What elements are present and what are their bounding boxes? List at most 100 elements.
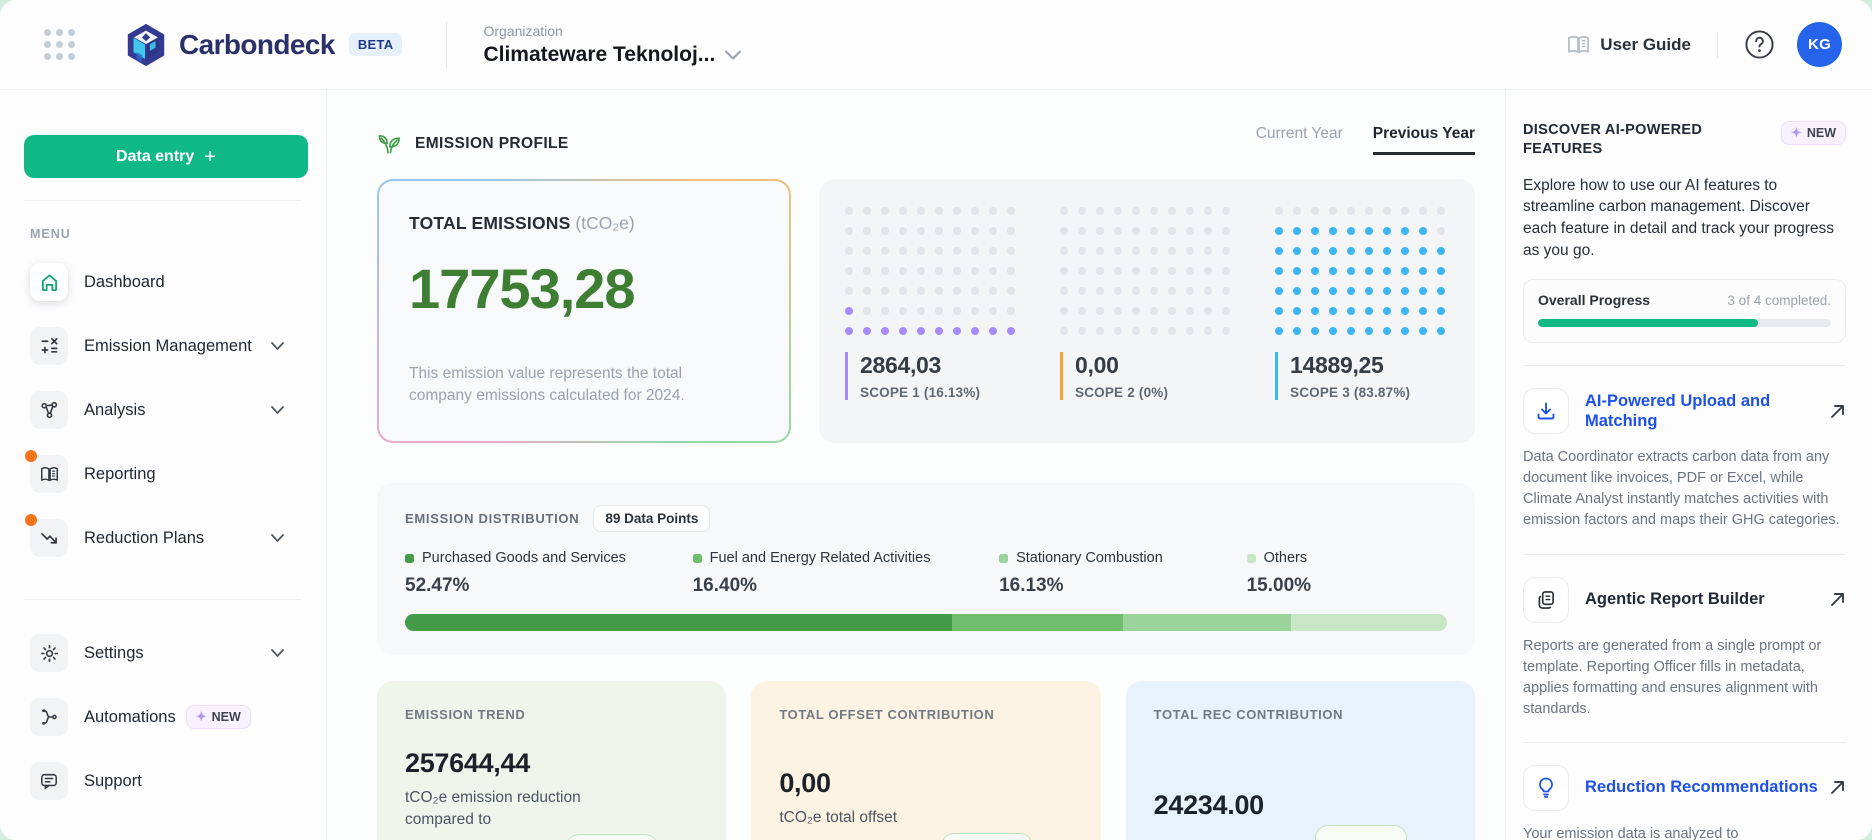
book-open-icon — [40, 466, 58, 481]
distribution-bar-segment — [405, 614, 952, 631]
scope-3-dot-matrix — [1275, 207, 1445, 335]
progress-bar-fill — [1538, 319, 1758, 328]
sidebar-item-emission-management[interactable]: Emission Management — [24, 319, 306, 373]
scope-2-dot-matrix — [1060, 207, 1230, 335]
progress-label: Overall Progress — [1538, 292, 1651, 309]
feature-description: Reports are generated from a single prom… — [1523, 637, 1822, 717]
emission-distribution-card: EMISSION DISTRIBUTION 89 Data Points Pur… — [377, 483, 1475, 655]
card-title: TOTAL OFFSET CONTRIBUTION — [779, 707, 995, 722]
data-entry-label: Data entry — [116, 147, 195, 165]
avatar[interactable]: KG — [1797, 22, 1842, 67]
sidebar-item-dashboard[interactable]: Dashboard — [24, 255, 306, 309]
distribution-legend: Purchased Goods and Services 52.47% Fuel… — [405, 550, 1447, 597]
total-emissions-value: 17753,28 — [409, 257, 636, 320]
data-points-badge: 89 Data Points — [593, 505, 711, 532]
sidebar-divider — [24, 200, 302, 201]
external-arrow-icon — [1831, 404, 1844, 418]
data-entry-button[interactable]: Data entry + — [24, 135, 308, 178]
new-badge: ✦ NEW — [185, 705, 251, 729]
header-divider — [1717, 31, 1718, 58]
app-window: Carbondeck BETA Organization Climateware… — [0, 0, 1872, 840]
sidebar-item-analysis[interactable]: Analysis — [24, 383, 306, 437]
feature-reduction-recommendations[interactable]: Reduction Recommendations Your emission … — [1523, 764, 1846, 840]
beta-badge: BETA — [348, 33, 403, 56]
notification-dot — [25, 514, 37, 526]
distribution-bar-segment — [1290, 614, 1447, 631]
scope-1-label: SCOPE 1 (16.13%) — [860, 385, 981, 400]
sidebar-item-support[interactable]: Support — [24, 754, 306, 808]
molecule-icon — [40, 401, 57, 418]
panel-divider — [1523, 741, 1846, 743]
documents-icon — [1538, 590, 1554, 609]
progress-bar — [1538, 319, 1831, 328]
legend-swatch — [405, 553, 414, 563]
year-tabs: Current Year Previous Year — [1256, 125, 1475, 155]
sidebar-item-automations[interactable]: Automations ✦ NEW — [24, 690, 306, 744]
card-title: TOTAL REC CONTRIBUTION — [1153, 707, 1344, 722]
apps-grid-icon[interactable] — [44, 29, 75, 60]
feature-ai-upload-matching[interactable]: AI-Powered Upload and Matching Data Coor… — [1523, 388, 1846, 531]
card-value: 257644,44 — [405, 748, 530, 778]
tab-current-year[interactable]: Current Year — [1256, 125, 1343, 155]
scope-2-value: 0,00 — [1075, 352, 1119, 378]
panel-divider — [1523, 365, 1846, 367]
sidebar-item-label: Automations — [84, 707, 176, 726]
emission-trend-card: EMISSION TREND 257644,44 tCO₂e emission … — [377, 681, 727, 840]
brand-logo: Carbondeck BETA — [123, 22, 403, 68]
legend-swatch — [999, 553, 1009, 563]
chevron-down-icon — [271, 649, 284, 657]
sidebar-item-label: Analysis — [84, 400, 146, 419]
scope-breakdown-card: 2864,03 SCOPE 1 (16.13%) 0,00 SCOPE 2 (0… — [819, 179, 1475, 443]
card-action-pill[interactable] — [566, 834, 659, 840]
sidebar-item-label: Settings — [84, 643, 144, 662]
scope-3-value: 14889,25 — [1290, 352, 1384, 378]
feature-title: Agentic Report Builder — [1585, 590, 1765, 609]
sidebar-item-label: Support — [84, 771, 142, 790]
distribution-bar-segment — [951, 614, 1123, 631]
feature-agentic-report-builder[interactable]: Agentic Report Builder Reports are gener… — [1523, 576, 1846, 720]
feature-description: Your emission data is analyzed to — [1523, 825, 1739, 840]
calculator-icon — [41, 337, 57, 354]
total-rec-card: TOTAL REC CONTRIBUTION 24234.00 — [1125, 681, 1475, 840]
feature-description: Data Coordinator extracts carbon data fr… — [1523, 449, 1840, 529]
scope-2-label: SCOPE 2 (0%) — [1075, 385, 1169, 400]
chevron-down-icon — [725, 50, 742, 59]
sidebar-item-settings[interactable]: Settings — [24, 626, 306, 680]
ai-panel-title: DISCOVER AI-POWERED FEATURES — [1523, 122, 1703, 157]
download-icon — [1537, 402, 1555, 420]
user-guide-button[interactable]: User Guide — [1567, 35, 1691, 55]
card-value: 0,00 — [779, 768, 831, 798]
ai-panel-intro: Explore how to use our AI features to st… — [1523, 176, 1835, 259]
scope-1-value: 2864,03 — [860, 352, 942, 378]
external-arrow-icon — [1831, 593, 1844, 606]
chevron-down-icon — [271, 534, 284, 542]
card-value: 24234.00 — [1153, 790, 1265, 820]
card-action-pill[interactable] — [1314, 825, 1407, 840]
trend-down-icon — [40, 532, 57, 544]
tab-previous-year[interactable]: Previous Year — [1372, 125, 1475, 155]
plus-icon: + — [204, 145, 216, 168]
distribution-title: EMISSION DISTRIBUTION — [405, 511, 580, 526]
distribution-stacked-bar — [405, 614, 1447, 631]
sidebar-item-reduction-plans[interactable]: Reduction Plans — [24, 511, 306, 565]
menu-section-label: MENU — [30, 227, 71, 241]
legend-swatch — [1246, 553, 1256, 563]
organization-selector[interactable]: Organization Climateware Teknoloj... — [483, 23, 742, 67]
legend-item: Purchased Goods and Services 52.47% — [405, 550, 626, 596]
main-content: EMISSION PROFILE Current Year Previous Y… — [327, 90, 1505, 840]
gear-icon — [40, 644, 58, 662]
card-description: tCO₂e total offset — [779, 809, 898, 826]
sidebar-item-reporting[interactable]: Reporting — [24, 447, 306, 501]
notification-dot — [25, 450, 37, 462]
user-guide-label: User Guide — [1600, 34, 1691, 54]
total-emissions-description: This emission value represents the total… — [409, 365, 685, 404]
help-icon[interactable] — [1744, 29, 1775, 60]
card-action-pill[interactable] — [940, 832, 1033, 840]
chevron-down-icon — [271, 342, 284, 350]
chevron-down-icon — [271, 406, 284, 414]
total-offset-card: TOTAL OFFSET CONTRIBUTION 0,00 tCO₂e tot… — [751, 681, 1101, 840]
sidebar-item-label: Dashboard — [84, 272, 165, 291]
scope-1-group: 2864,03 SCOPE 1 (16.13%) — [845, 207, 1015, 443]
sidebar-item-label: Reporting — [84, 464, 156, 483]
scope-1-dot-matrix — [845, 207, 1015, 335]
